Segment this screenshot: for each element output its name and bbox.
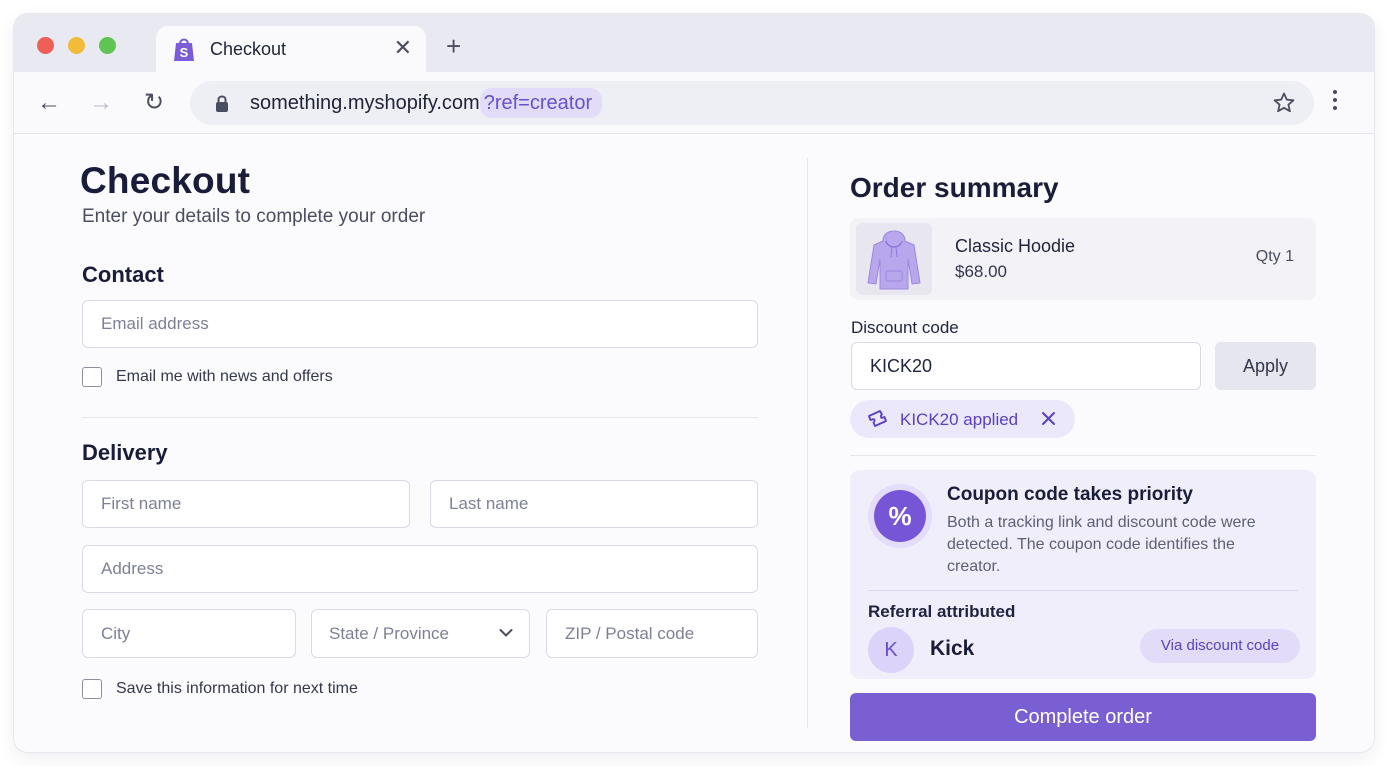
- item-price: $68.00: [955, 262, 1007, 281]
- summary-divider: [850, 455, 1316, 456]
- email-field[interactable]: [82, 300, 758, 348]
- save-info-row[interactable]: Save this information for next time: [82, 679, 358, 699]
- lock-icon: [216, 95, 228, 112]
- contact-section-title: Contact: [82, 262, 164, 287]
- url-text: something.myshopify.com ?ref=creator: [250, 88, 603, 118]
- shopify-bag-icon: S: [174, 38, 194, 61]
- close-window-button[interactable]: [37, 37, 54, 54]
- checkout-page: Checkout Enter your details to complete …: [14, 134, 1374, 752]
- discount-code-input[interactable]: [852, 343, 1200, 389]
- new-tab-button[interactable]: +: [446, 32, 461, 60]
- minimize-window-button[interactable]: [68, 37, 85, 54]
- remove-discount-icon[interactable]: [1040, 410, 1057, 427]
- order-summary-title: Order summary: [850, 172, 1059, 203]
- news-checkbox-label: Email me with news and offers: [116, 368, 333, 385]
- reload-icon[interactable]: ↻: [139, 88, 169, 118]
- address-field[interactable]: [82, 545, 758, 593]
- maximize-window-button[interactable]: [99, 37, 116, 54]
- last-name-input[interactable]: [431, 481, 757, 527]
- address-bar[interactable]: something.myshopify.com ?ref=creator: [190, 81, 1314, 125]
- state-select-label: State / Province: [329, 624, 450, 643]
- close-tab-icon[interactable]: ✕: [394, 35, 412, 61]
- tab-title: Checkout: [210, 39, 287, 59]
- email-input[interactable]: [83, 301, 757, 347]
- bookmark-star-icon[interactable]: [1272, 91, 1296, 115]
- browser-toolbar: ← → ↻ something.myshopify.com ?ref=creato…: [14, 72, 1374, 134]
- apply-discount-button[interactable]: Apply: [1215, 342, 1316, 390]
- tab-checkout[interactable]: S Checkout ✕: [156, 26, 426, 72]
- url-query-highlight: ?ref=creator: [479, 88, 603, 118]
- product-thumbnail: [856, 223, 932, 295]
- cart-item: Classic Hoodie $68.00 Qty 1: [850, 218, 1316, 300]
- percent-badge: %: [868, 484, 932, 548]
- creator-name: Kick: [930, 637, 975, 660]
- news-opt-in-row[interactable]: Email me with news and offers: [82, 367, 333, 387]
- percent-icon: %: [874, 490, 926, 542]
- tab-bar: S Checkout ✕ +: [14, 14, 1374, 72]
- item-name: Classic Hoodie: [955, 236, 1076, 256]
- back-arrow-icon[interactable]: ←: [34, 88, 64, 118]
- save-info-label: Save this information for next time: [116, 680, 358, 697]
- column-divider: [807, 158, 808, 728]
- city-field[interactable]: [82, 609, 296, 658]
- applied-discount-chip: KICK20 applied: [850, 400, 1075, 438]
- attribution-card: % Coupon code takes priority Both a trac…: [850, 470, 1316, 679]
- creator-avatar: K: [868, 627, 914, 673]
- page-title: Checkout: [80, 160, 251, 201]
- last-name-field[interactable]: [430, 480, 758, 528]
- applied-discount-text: KICK20 applied: [900, 410, 1019, 429]
- attribution-source-badge: Via discount code: [1140, 629, 1300, 663]
- news-checkbox[interactable]: [82, 367, 102, 387]
- discount-code-label: Discount code: [851, 318, 959, 337]
- first-name-input[interactable]: [83, 481, 409, 527]
- browser-menu-icon[interactable]: [1332, 90, 1338, 116]
- complete-order-button[interactable]: Complete order: [850, 693, 1316, 741]
- discount-code-field[interactable]: [851, 342, 1201, 390]
- hoodie-image: [867, 230, 921, 290]
- svg-text:S: S: [180, 45, 189, 60]
- page-subtitle: Enter your details to complete your orde…: [82, 206, 426, 227]
- city-input[interactable]: [83, 610, 295, 657]
- card-divider: [868, 590, 1298, 591]
- state-select[interactable]: State / Province: [311, 609, 530, 658]
- zip-field[interactable]: [546, 609, 758, 658]
- item-quantity: Qty 1: [1255, 248, 1294, 265]
- priority-title: Coupon code takes priority: [947, 484, 1193, 505]
- delivery-section-title: Delivery: [82, 440, 168, 465]
- referral-title: Referral attributed: [868, 602, 1016, 621]
- ticket-icon: [868, 410, 887, 427]
- section-divider: [82, 417, 758, 418]
- priority-description: Both a tracking link and discount code w…: [947, 514, 1256, 575]
- forward-arrow-icon[interactable]: →: [86, 88, 116, 118]
- save-info-checkbox[interactable]: [82, 679, 102, 699]
- url-host: something.myshopify.com: [250, 92, 480, 114]
- address-input[interactable]: [83, 546, 757, 592]
- chevron-down-icon: [499, 629, 513, 637]
- first-name-field[interactable]: [82, 480, 410, 528]
- browser-window: S Checkout ✕ + ← → ↻ something.myshopify…: [14, 14, 1374, 752]
- zip-input[interactable]: [547, 610, 757, 657]
